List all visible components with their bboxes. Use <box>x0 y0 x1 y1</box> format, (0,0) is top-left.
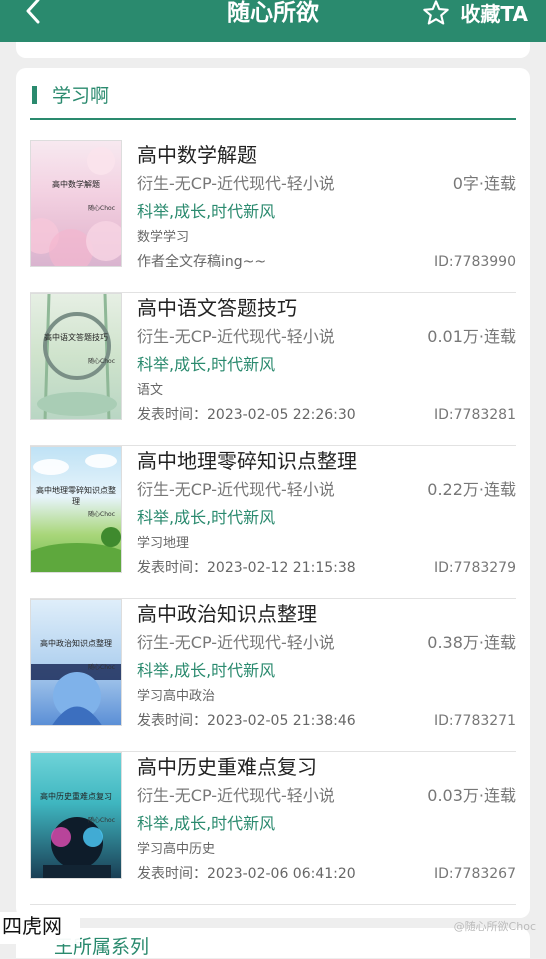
cover-title: 高中政治知识点整理 <box>40 639 112 648</box>
cover-author: 随心Choc <box>88 358 115 365</box>
book-title[interactable]: 高中地理零碎知识点整理 <box>137 448 357 474</box>
favorite-author-button[interactable]: 收藏TA <box>422 0 528 27</box>
section-title: 学习啊 <box>52 85 110 107</box>
book-word-count: 0.01万·连载 <box>427 327 516 346</box>
book-title[interactable]: 高中历史重难点复习 <box>137 754 317 780</box>
book-word-count: 0.03万·连载 <box>427 786 516 805</box>
book-tags: 科举,成长,时代新风 <box>137 661 276 680</box>
book-item[interactable]: 高中历史重难点复习 随心Choc 高中历史重难点复习 衍生-无CP-近代现代-轻… <box>30 752 516 905</box>
book-tags: 科举,成长,时代新风 <box>137 202 276 221</box>
book-cover[interactable]: 高中数学解题 随心Choc <box>30 140 122 267</box>
book-description: 语文 <box>137 383 164 398</box>
favorite-label: 收藏TA <box>460 2 528 26</box>
book-tags: 科举,成长,时代新风 <box>137 814 276 833</box>
book-word-count: 0.38万·连载 <box>427 633 516 652</box>
book-title[interactable]: 高中政治知识点整理 <box>137 601 317 627</box>
top-app-bar: 随心所欲 收藏TA <box>0 0 546 42</box>
book-meta: 发表时间：2023-02-12 21:15:38 <box>137 560 356 576</box>
book-id: ID:7783271 <box>434 713 516 729</box>
book-cover[interactable]: 高中政治知识点整理 随心Choc <box>30 599 122 726</box>
book-title[interactable]: 高中数学解题 <box>137 142 257 168</box>
series-card: 学习啊 高中数学解题 随心Choc 高中数学解题 衍生-无CP-近代现代-轻小说… <box>16 68 530 918</box>
book-genre: 衍生-无CP-近代现代-轻小说 <box>137 480 335 499</box>
cover-author: 随心Choc <box>88 817 115 824</box>
book-id: ID:7783267 <box>434 866 516 882</box>
book-item[interactable]: 高中地理零碎知识点整理 随心Choc 高中地理零碎知识点整理 衍生-无CP-近代… <box>30 446 516 599</box>
book-cover[interactable]: 高中历史重难点复习 随心Choc <box>30 752 122 879</box>
section-accent-bar <box>32 86 37 104</box>
book-genre: 衍生-无CP-近代现代-轻小说 <box>137 327 335 346</box>
book-meta: 发表时间：2023-02-05 21:38:46 <box>137 713 356 729</box>
cover-title: 高中地理零碎知识点整理 <box>36 486 116 506</box>
book-id: ID:7783281 <box>434 407 516 423</box>
weibo-watermark: @随心所欲Choc <box>453 920 536 933</box>
book-word-count: 0字·连载 <box>452 174 516 193</box>
cover-title: 高中历史重难点复习 <box>40 792 112 801</box>
book-description: 学习高中历史 <box>137 842 216 857</box>
book-id: ID:7783990 <box>434 254 516 270</box>
book-tags: 科举,成长,时代新风 <box>137 355 276 374</box>
book-item[interactable]: 高中政治知识点整理 随心Choc 高中政治知识点整理 衍生-无CP-近代现代-轻… <box>30 599 516 752</box>
book-cover[interactable]: 高中地理零碎知识点整理 随心Choc <box>30 446 122 573</box>
cover-author: 随心Choc <box>88 511 115 518</box>
cover-author: 随心Choc <box>88 205 115 212</box>
previous-card-edge <box>16 42 530 58</box>
cover-title: 高中数学解题 <box>52 180 100 189</box>
book-item[interactable]: 高中数学解题 随心Choc 高中数学解题 衍生-无CP-近代现代-轻小说 0字·… <box>30 140 516 293</box>
book-description: 数学学习 <box>137 230 190 245</box>
book-item[interactable]: 高中语文答题技巧 随心Choc 高中语文答题技巧 衍生-无CP-近代现代-轻小说… <box>30 293 516 446</box>
book-tags: 科举,成长,时代新风 <box>137 508 276 527</box>
book-meta: 发表时间：2023-02-06 06:41:20 <box>137 866 356 882</box>
book-word-count: 0.22万·连载 <box>427 480 516 499</box>
cover-author: 随心Choc <box>88 664 115 671</box>
book-genre: 衍生-无CP-近代现代-轻小说 <box>137 786 335 805</box>
book-meta: 发表时间：2023-02-05 22:26:30 <box>137 407 356 423</box>
book-genre: 衍生-无CP-近代现代-轻小说 <box>137 633 335 652</box>
book-id: ID:7783279 <box>434 560 516 576</box>
site-watermark: 四虎网 <box>0 912 80 944</box>
book-meta: 作者全文存稿ing~~ <box>137 254 267 270</box>
cover-title: 高中语文答题技巧 <box>44 333 108 342</box>
section-header: 学习啊 <box>30 82 516 120</box>
book-description: 学习地理 <box>137 536 190 551</box>
book-cover[interactable]: 高中语文答题技巧 随心Choc <box>30 293 122 420</box>
book-title[interactable]: 高中语文答题技巧 <box>137 295 297 321</box>
book-description: 学习高中政治 <box>137 689 216 704</box>
book-genre: 衍生-无CP-近代现代-轻小说 <box>137 174 335 193</box>
star-outline-icon <box>423 0 450 25</box>
